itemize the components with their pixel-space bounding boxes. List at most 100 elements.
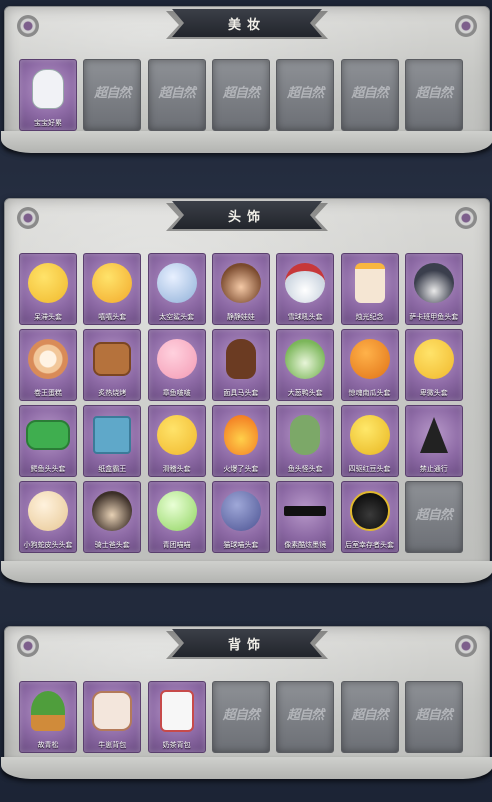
item-slot[interactable]: 炙热烧烤 <box>83 329 142 401</box>
item-slot[interactable]: 火爆了头套 <box>211 405 270 477</box>
panel-corner-ornament-icon <box>455 15 477 37</box>
snowman-head-icon <box>282 260 328 306</box>
item-name: 嘻嘻头套 <box>98 313 127 321</box>
item-slot[interactable]: 静静娃娃 <box>211 253 270 325</box>
item-name: 滑稽头套 <box>162 465 191 473</box>
item-slot[interactable]: 雪球吼头套 <box>276 253 335 325</box>
empty-slot-watermark: 超自然 <box>222 708 260 723</box>
item-name: 太空鲨头套 <box>159 313 195 321</box>
space-shark-head-icon <box>154 260 200 306</box>
item-slot[interactable]: 面具马头套 <box>211 329 270 401</box>
empty-slot-watermark: 超自然 <box>415 708 453 723</box>
item-slot[interactable]: 卷王蛋糕 <box>19 329 77 401</box>
empty-item-slot[interactable]: 超自然 <box>404 681 463 753</box>
empty-slot-watermark: 超自然 <box>415 508 453 523</box>
empty-item-slot[interactable]: 超自然 <box>211 59 270 131</box>
empty-slot-watermark: 超自然 <box>351 708 388 723</box>
empty-slot-watermark: 超自然 <box>415 86 453 101</box>
item-name: 牛崽背包 <box>98 741 127 749</box>
item-slot[interactable]: 烛光纪念 <box>340 253 399 325</box>
empty-slot-watermark: 超自然 <box>222 86 260 101</box>
yellow-mouse-head-icon <box>347 412 393 458</box>
candle-head-icon <box>347 260 393 306</box>
puppy-head-icon <box>25 488 71 534</box>
item-name: 火爆了头套 <box>223 465 259 473</box>
item-name: 猫球喵头套 <box>223 541 259 549</box>
item-name: 鳄鱼头头套 <box>30 465 66 473</box>
item-name: 青团喵喵 <box>162 541 191 549</box>
item-slot[interactable]: 大葱鸭头套 <box>276 329 335 401</box>
item-slot[interactable]: 牛崽背包 <box>83 681 142 753</box>
panel-corner-ornament-icon <box>17 15 39 37</box>
panel-corner-ornament-icon <box>455 635 477 657</box>
empty-item-slot[interactable]: 超自然 <box>276 681 335 753</box>
item-name: 烛光纪念 <box>355 313 384 321</box>
item-slot[interactable]: 惊魂南瓜头套 <box>340 329 399 401</box>
item-slot[interactable]: 纸盒霸王 <box>83 405 142 477</box>
item-name: 章鱼啵啵 <box>162 389 191 397</box>
doll-head-icon <box>218 260 264 306</box>
panel-corner-ornament-icon <box>17 635 39 657</box>
item-slot[interactable]: 嘻嘻头套 <box>83 253 142 325</box>
item-slot[interactable]: 鱼头怪头套 <box>276 405 335 477</box>
cow-backpack-icon <box>89 688 135 734</box>
humble-emoji-head-icon <box>411 336 457 382</box>
item-name: 骑士爸头套 <box>94 541 130 549</box>
item-slot[interactable]: 滑稽头套 <box>147 405 206 477</box>
fish-monster-head-icon <box>282 412 328 458</box>
empty-item-slot[interactable]: 超自然 <box>340 59 399 131</box>
item-slot[interactable]: 章鱼啵啵 <box>147 329 206 401</box>
item-name: 宝宝好累 <box>34 119 62 127</box>
empty-item-slot[interactable]: 超自然 <box>340 681 399 753</box>
item-slot[interactable]: 小狗蛇皮头头套 <box>19 481 77 553</box>
traffic-cone-head-icon <box>411 412 457 458</box>
item-slot[interactable]: 故青松 <box>19 681 77 753</box>
item-name: 雪球吼头套 <box>287 313 323 321</box>
empty-item-slot[interactable]: 超自然 <box>276 59 335 131</box>
item-slot[interactable]: 四驱红豆头套 <box>340 405 399 477</box>
item-name: 炙热烧烤 <box>98 389 127 397</box>
octopus-head-icon <box>154 336 200 382</box>
green-bun-head-icon <box>154 488 200 534</box>
item-slot[interactable]: 卑微头套 <box>404 329 463 401</box>
empty-item-slot[interactable]: 超自然 <box>83 59 142 131</box>
item-slot[interactable]: 宝宝好累 <box>19 59 77 131</box>
panel-corner-ornament-icon <box>17 207 39 229</box>
item-slot[interactable]: 鳄鱼头头套 <box>19 405 77 477</box>
item-slot[interactable]: 猫球喵头套 <box>211 481 270 553</box>
empty-item-slot[interactable]: 超自然 <box>211 681 270 753</box>
item-name: 大葱鸭头套 <box>287 389 323 397</box>
item-slot[interactable]: 骑士爸头套 <box>83 481 142 553</box>
item-slot[interactable]: 萨卡班甲鱼头套 <box>404 253 463 325</box>
cake-roll-head-icon <box>25 336 71 382</box>
potted-pine-back-icon <box>25 688 71 734</box>
item-slot[interactable]: 呆滞头套 <box>19 253 77 325</box>
item-slot[interactable]: 禁止通行 <box>404 405 463 477</box>
item-name: 静静娃娃 <box>226 313 255 321</box>
funny-emoji-head-icon <box>154 412 200 458</box>
item-name: 奶茶背包 <box>162 741 191 749</box>
item-name: 面具马头套 <box>223 389 259 397</box>
pixel-sunglasses-icon <box>282 488 328 534</box>
fish-head-icon <box>411 260 457 306</box>
panel-corner-ornament-icon <box>455 207 477 229</box>
item-slot[interactable]: 后室幸存者头套 <box>340 481 399 553</box>
empty-item-slot[interactable]: 超自然 <box>147 59 206 131</box>
item-slot[interactable]: 青团喵喵 <box>147 481 206 553</box>
box-monster-head-icon <box>89 412 135 458</box>
headwear-panel: 头饰 呆滞头套 嘻嘻头套 太空鲨头套 静静娃娃 雪球吼头套 烛光纪念 萨卡班甲鱼头套卷王蛋糕… <box>1 198 492 583</box>
item-slot[interactable]: 奶茶背包 <box>147 681 206 753</box>
item-slot[interactable]: 太空鲨头套 <box>147 253 206 325</box>
empty-slot-watermark: 超自然 <box>94 86 131 101</box>
item-name: 鱼头怪头套 <box>287 465 323 473</box>
crocodile-head-icon <box>25 412 71 458</box>
item-name: 呆滞头套 <box>34 313 62 321</box>
item-name: 像素酷炫墨镜 <box>284 541 327 549</box>
item-name: 故青松 <box>37 741 59 749</box>
section-title-headwear: 头饰 <box>172 201 322 229</box>
empty-slot-watermark: 超自然 <box>287 708 324 723</box>
empty-slot-watermark: 超自然 <box>351 86 388 101</box>
empty-item-slot[interactable]: 超自然 <box>404 59 463 131</box>
empty-item-slot[interactable]: 超自然 <box>404 481 463 553</box>
item-slot[interactable]: 像素酷炫墨镜 <box>276 481 335 553</box>
